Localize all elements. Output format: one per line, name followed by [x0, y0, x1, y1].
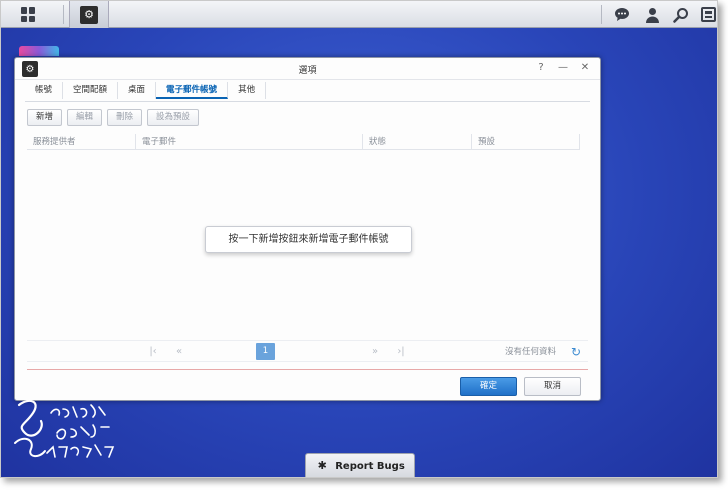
widgets-icon — [700, 7, 716, 22]
tab-bar: 帳號 空間配額 桌面 電子郵件帳號 其他 — [25, 82, 267, 100]
column-default[interactable]: 預設 — [472, 134, 580, 149]
report-bugs-label: Report Bugs — [335, 460, 405, 472]
footer-divider — [27, 369, 588, 370]
desktop-shortcut-icon[interactable] — [19, 46, 59, 56]
taskbar-divider — [601, 5, 602, 24]
first-page-icon[interactable]: |‹ — [145, 344, 161, 360]
report-bugs-button[interactable]: ✱ Report Bugs — [305, 453, 415, 477]
widgets-button[interactable] — [697, 4, 717, 25]
gears-icon: ⚙ — [80, 5, 98, 24]
pager-status: 沒有任何資料 — [504, 347, 556, 357]
close-button[interactable]: ✕ — [578, 61, 592, 75]
last-page-icon[interactable]: ›| — [393, 344, 409, 360]
minimize-button[interactable]: — — [556, 61, 570, 75]
refresh-icon[interactable]: ↻ — [568, 344, 584, 360]
user-button[interactable] — [641, 4, 663, 25]
search-button[interactable] — [670, 4, 692, 25]
chat-icon — [615, 8, 629, 21]
desktop: ⚙ ⚙ 選項 ? — ✕ 帳號 空間配額 桌面 電子郵件帳號 其他 新增 編輯 … — [0, 0, 718, 478]
edit-button[interactable]: 編輯 — [67, 109, 103, 126]
table-header: 服務提供者 電子郵件 狀態 預設 — [27, 134, 580, 150]
tab-quota[interactable]: 空間配額 — [63, 82, 119, 99]
column-provider[interactable]: 服務提供者 — [27, 134, 136, 149]
chat-button[interactable] — [611, 4, 633, 25]
pagination-bar: |‹ « 1 » ›| 沒有任何資料 ↻ — [27, 340, 588, 362]
taskbar-divider — [63, 5, 64, 24]
main-menu-button[interactable] — [9, 1, 47, 28]
tab-divider — [25, 101, 590, 102]
taskbar: ⚙ — [1, 1, 717, 28]
prev-page-icon[interactable]: « — [171, 344, 187, 360]
column-status[interactable]: 狀態 — [363, 134, 472, 149]
watermark-signature — [14, 399, 115, 458]
tab-email-accounts[interactable]: 電子郵件帳號 — [156, 82, 229, 99]
tab-desktop[interactable]: 桌面 — [118, 82, 157, 99]
ok-button[interactable]: 確定 — [460, 377, 517, 396]
grid-icon — [20, 7, 36, 22]
search-icon — [673, 7, 688, 23]
current-page[interactable]: 1 — [256, 343, 275, 360]
set-default-button[interactable]: 設為預設 — [147, 109, 200, 126]
tab-account[interactable]: 帳號 — [25, 82, 64, 99]
user-icon — [645, 7, 659, 23]
bug-icon: ✱ — [317, 459, 327, 472]
cancel-button[interactable]: 取消 — [524, 377, 581, 396]
options-window: ⚙ 選項 ? — ✕ 帳號 空間配額 桌面 電子郵件帳號 其他 新增 編輯 刪除… — [14, 57, 601, 401]
empty-state-message: 按一下新增按鈕來新增電子郵件帳號 — [205, 226, 412, 253]
tab-others[interactable]: 其他 — [228, 82, 267, 99]
next-page-icon[interactable]: » — [367, 344, 383, 360]
window-title: 選項 — [298, 66, 317, 76]
toolbar: 新增 編輯 刪除 設為預設 — [27, 109, 200, 126]
column-email[interactable]: 電子郵件 — [136, 134, 363, 149]
delete-button[interactable]: 刪除 — [107, 109, 143, 126]
taskbar-app-options[interactable]: ⚙ — [69, 1, 109, 28]
add-button[interactable]: 新增 — [27, 109, 63, 126]
window-titlebar[interactable]: ⚙ 選項 ? — ✕ — [15, 58, 600, 80]
help-button[interactable]: ? — [534, 61, 548, 75]
